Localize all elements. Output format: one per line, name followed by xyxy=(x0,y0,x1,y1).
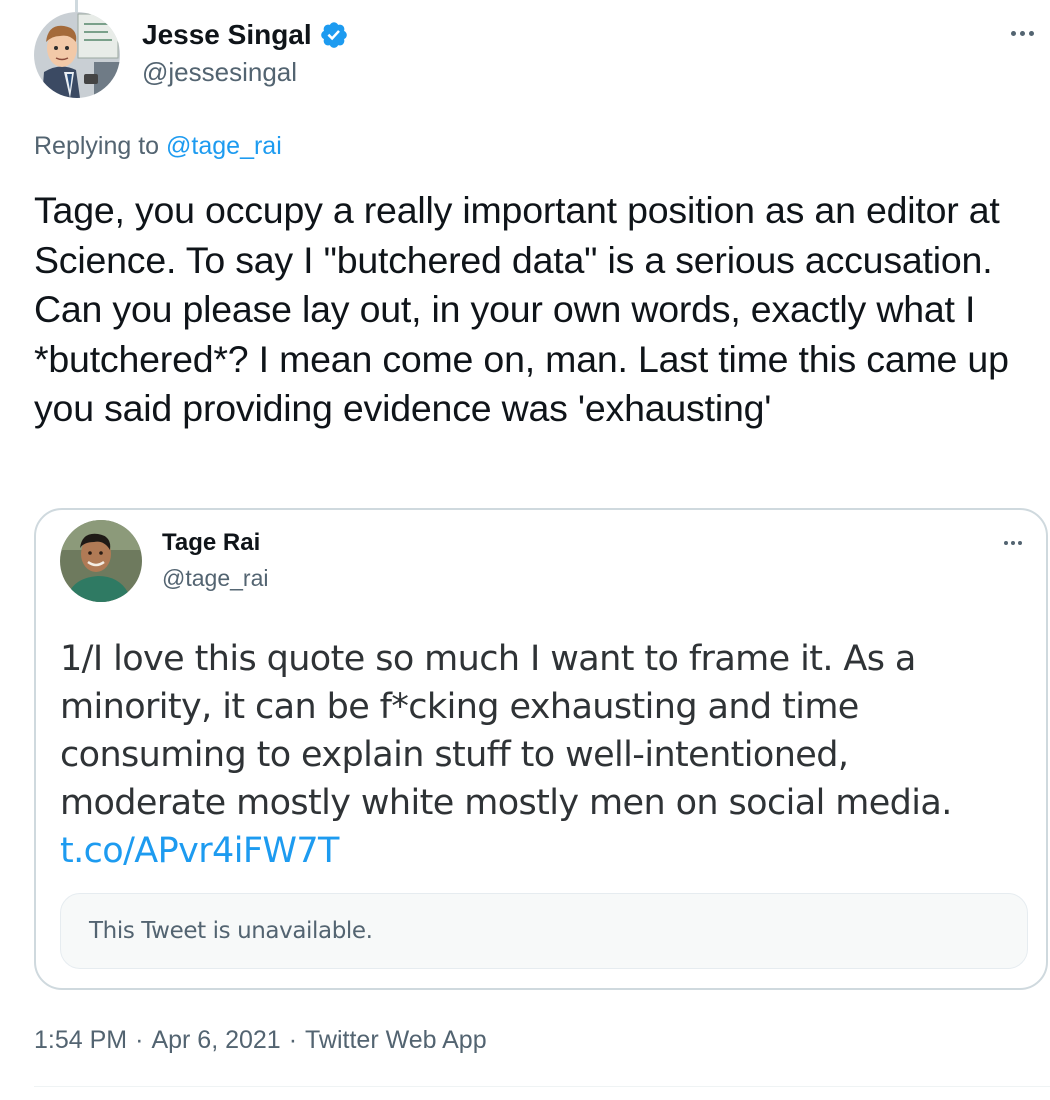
author-info: Jesse Singal @jessesingal xyxy=(142,16,349,90)
author-display-name[interactable]: Jesse Singal xyxy=(142,16,312,54)
verified-badge-icon xyxy=(319,20,349,50)
author-avatar[interactable] xyxy=(34,12,120,98)
display-name-row: Jesse Singal xyxy=(142,16,349,54)
reply-prefix: Replying to xyxy=(34,132,167,160)
tweet-metadata: 1:54 PM · Apr 6, 2021 · Twitter Web App xyxy=(34,1022,487,1058)
tweet-body-text: Tage, you occupy a really important posi… xyxy=(34,189,1019,429)
more-dot xyxy=(1020,30,1025,36)
thread-connector-line xyxy=(75,0,78,12)
more-dot xyxy=(1029,30,1034,36)
tweet-timestamp[interactable]: 1:54 PM xyxy=(34,1022,127,1058)
more-options-icon[interactable] xyxy=(994,18,1034,48)
reply-context: Replying to @tage_rai xyxy=(34,128,282,164)
bottom-divider xyxy=(34,1086,1050,1087)
reply-to-handle-link[interactable]: @tage_rai xyxy=(166,132,282,160)
quoted-more-options-icon[interactable] xyxy=(992,528,1022,558)
quoted-author-handle[interactable]: @tage_rai xyxy=(162,562,268,594)
tweet-header: Jesse Singal @jessesingal xyxy=(34,12,1034,102)
more-dot xyxy=(1018,541,1022,545)
quoted-tweet-body: 1/I love this quote so much I want to fr… xyxy=(60,639,952,823)
unavailable-tweet-box: This Tweet is unavailable. xyxy=(60,893,1028,969)
quoted-author-avatar[interactable] xyxy=(60,520,142,602)
more-dot xyxy=(1011,541,1015,545)
tweet-date[interactable]: Apr 6, 2021 xyxy=(151,1022,280,1058)
author-handle[interactable]: @jessesingal xyxy=(142,54,349,90)
quoted-author-display-name[interactable]: Tage Rai xyxy=(162,527,260,559)
more-dot xyxy=(1011,30,1016,36)
meta-separator: · xyxy=(288,1026,298,1054)
more-dot xyxy=(1004,541,1008,545)
quoted-tweet-link[interactable]: t.co/APvr4iFW7T xyxy=(60,827,1020,875)
unavailable-notice: This Tweet is unavailable. xyxy=(89,918,373,944)
quoted-tweet-card[interactable]: Tage Rai @tage_rai 1/I love this quote s… xyxy=(34,508,1048,990)
quoted-tweet-text: 1/I love this quote so much I want to fr… xyxy=(60,635,1020,875)
tweet-source[interactable]: Twitter Web App xyxy=(305,1022,487,1058)
meta-separator: · xyxy=(135,1026,144,1054)
